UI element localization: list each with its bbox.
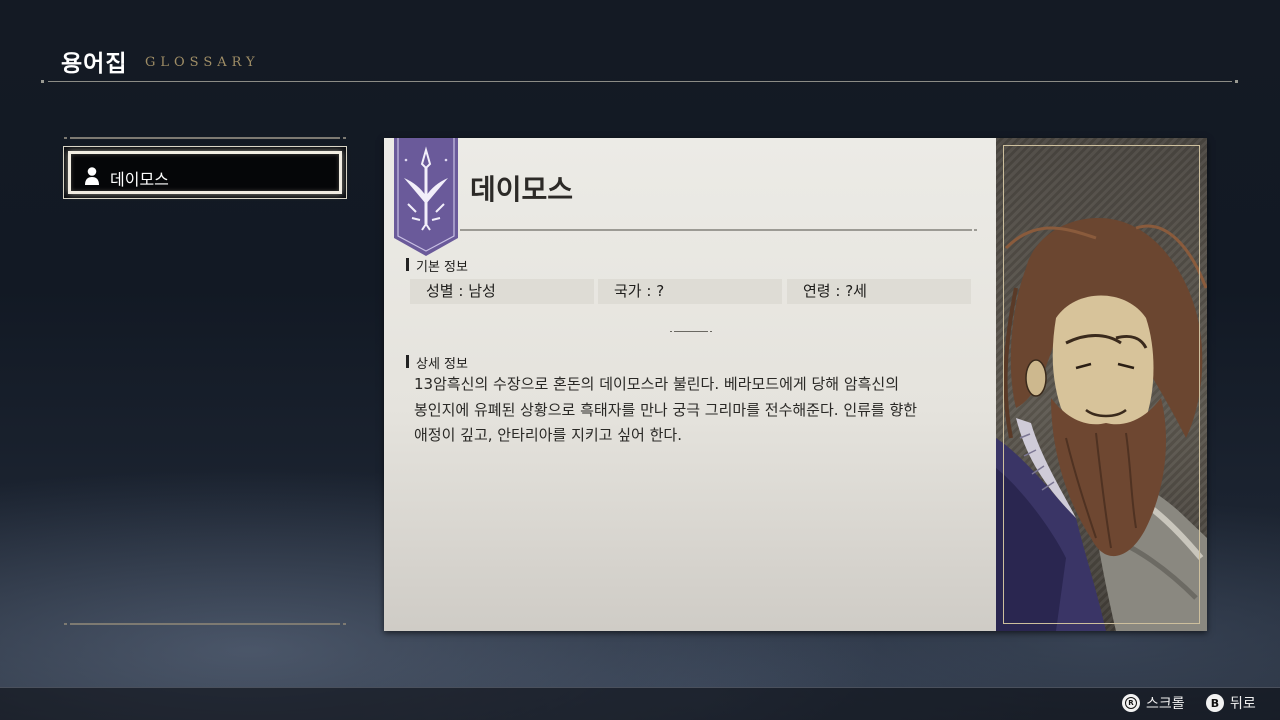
list-item-label: 데이모스 (110, 170, 169, 189)
list-bottom-divider (70, 623, 340, 625)
age-field: 연령 : ?세 (787, 279, 971, 304)
title-divider (460, 229, 972, 231)
back-hint-label: 뒤로 (1230, 696, 1256, 712)
list-item-selection-frame: 데이모스 (68, 151, 342, 194)
glossary-list-item[interactable]: 데이모스 (63, 146, 347, 199)
section-divider (674, 331, 708, 332)
detail-info-heading: 상세 정보 (406, 353, 468, 372)
list-rule-dot (343, 623, 346, 625)
title-divider-dot (974, 229, 977, 231)
list-rule-dot (343, 137, 346, 139)
entry-description: 13암흑신의 수장으로 혼돈의 데이모스라 불린다. 베라모드에게 당해 암흑신… (414, 375, 918, 444)
section-divider-dot (670, 331, 672, 332)
back-hint-button[interactable]: B 뒤로 (1206, 692, 1256, 714)
glossary-detail-card[interactable]: 데이모스 기본 정보 성별 : 남성 국가 : ? 연령 : ?세 상세 정보 … (384, 138, 1207, 631)
portrait-illustration (996, 218, 1207, 631)
section-divider-dot (710, 331, 712, 332)
page-title: 용어집 (61, 51, 128, 77)
character-portrait (996, 138, 1207, 631)
gender-field: 성별 : 남성 (410, 279, 594, 304)
button-glyph-label: R (1125, 697, 1137, 709)
b-button-icon: B (1206, 694, 1224, 712)
list-rule-dot (64, 623, 67, 625)
basic-info-heading: 기본 정보 (406, 256, 468, 275)
footer-bar (0, 688, 1280, 720)
list-rule-dot (64, 137, 67, 139)
list-top-divider (70, 137, 340, 139)
header: 용어집 GLOSSARY (0, 0, 1280, 90)
entry-title: 데이모스 (470, 173, 574, 206)
header-divider (48, 81, 1232, 82)
page-subtitle: GLOSSARY (145, 55, 260, 70)
person-icon (85, 167, 99, 185)
header-rule-dot (1235, 80, 1238, 83)
scroll-hint-button[interactable]: R 스크롤 (1122, 692, 1185, 714)
r-stick-button-icon: R (1122, 694, 1140, 712)
dark-star-emblem-icon (394, 138, 458, 256)
country-field: 국가 : ? (598, 279, 782, 304)
header-rule-dot (41, 80, 44, 83)
scroll-hint-label: 스크롤 (1146, 696, 1185, 712)
